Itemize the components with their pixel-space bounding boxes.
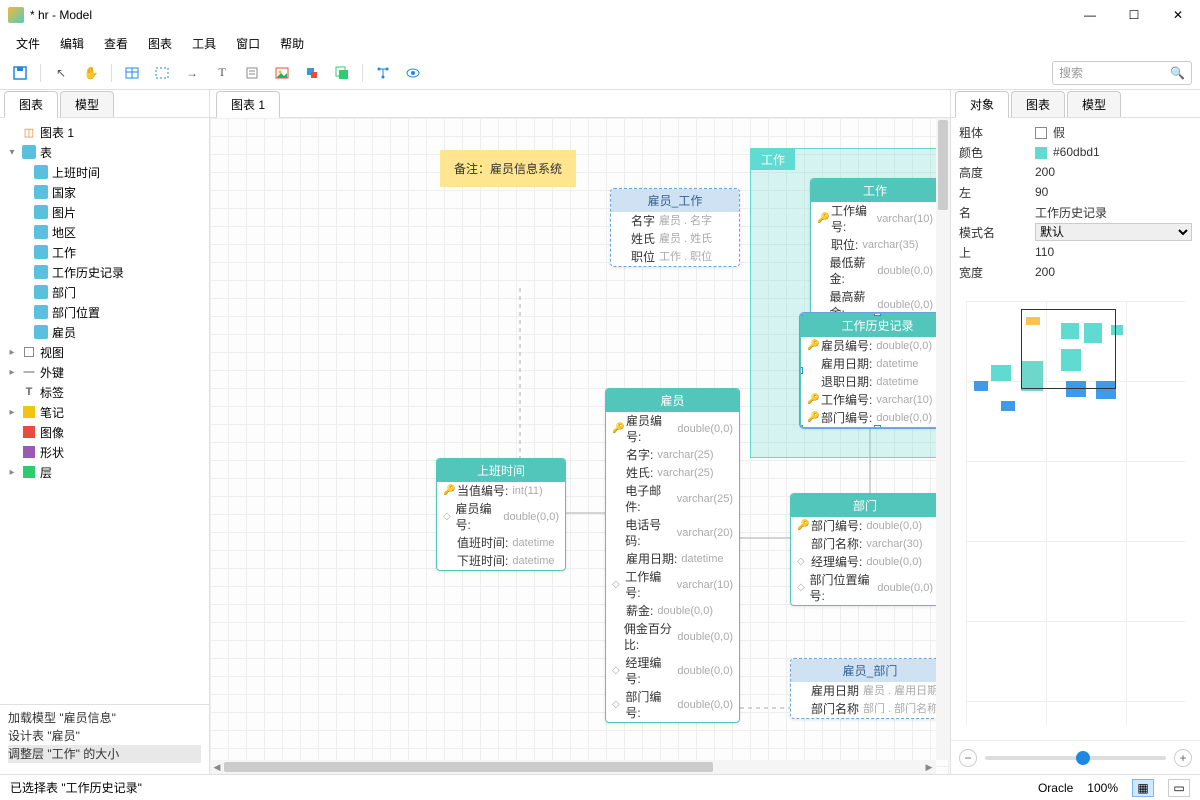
hand-icon[interactable]: ✋ <box>79 61 103 85</box>
tree-table-item[interactable]: 部门位置 <box>0 302 209 322</box>
prop-select[interactable]: 默认 <box>1035 223 1192 241</box>
maximize-button[interactable]: ☐ <box>1120 8 1148 22</box>
preview-icon[interactable] <box>401 61 425 85</box>
app-icon <box>8 7 24 23</box>
text-icon[interactable]: T <box>210 61 234 85</box>
pointer-icon[interactable]: ↖ <box>49 61 73 85</box>
tab-model[interactable]: 模型 <box>60 91 114 117</box>
titlebar: * hr - Model — ☐ ✕ <box>0 0 1200 30</box>
tree-table-item[interactable]: 上班时间 <box>0 162 209 182</box>
menu-window[interactable]: 窗口 <box>228 33 268 54</box>
canvas[interactable]: 工作 备注：雇员信息系统 雇员_工作名字 雇员 . 名字姓氏 雇员 . 姓氏职位… <box>210 118 950 774</box>
tab-diagram-r[interactable]: 图表 <box>1011 91 1065 117</box>
entity-work-hist[interactable]: 工作历史记录🔑雇员编号: double(0,0)雇用日期: datetime退职… <box>800 313 950 428</box>
right-pane: 对象 图表 模型 粗体假颜色#60dbd1高度200左90名工作历史记录模式名默… <box>950 90 1200 774</box>
zoom-in-button[interactable]: + <box>1174 749 1192 767</box>
menu-diagram[interactable]: 图表 <box>140 33 180 54</box>
entity-emp-dept[interactable]: 雇员_部门雇用日期 雇员 . 雇用日期部门名称 部门 . 部门名称 <box>790 658 950 719</box>
prop-row[interactable]: 左90 <box>951 182 1200 202</box>
window-title: * hr - Model <box>30 8 92 22</box>
tree-table-item[interactable]: 工作 <box>0 242 209 262</box>
prop-row[interactable]: 高度200 <box>951 162 1200 182</box>
view-mode-detail-button[interactable]: ▦ <box>1132 779 1154 797</box>
auto-layout-icon[interactable] <box>371 61 395 85</box>
prop-row[interactable]: 名工作历史记录 <box>951 202 1200 222</box>
zoom-out-button[interactable]: − <box>959 749 977 767</box>
zoom-bar: − + <box>951 740 1200 774</box>
left-pane: 图表 模型 ◫图表 1 ▾表 上班时间 国家 图片 地区 工作 工作历史记录 部… <box>0 90 210 774</box>
tree-view[interactable]: ▸视图 <box>0 342 209 362</box>
note-icon[interactable] <box>240 61 264 85</box>
save-icon[interactable] <box>8 61 32 85</box>
tree-table-item[interactable]: 工作历史记录 <box>0 262 209 282</box>
statusbar: 已选择表 "工作历史记录" Oracle 100% ▦ ▭ <box>0 774 1200 800</box>
tree-diagram[interactable]: ◫图表 1 <box>0 122 209 142</box>
menu-edit[interactable]: 编辑 <box>52 33 92 54</box>
object-tree[interactable]: ◫图表 1 ▾表 上班时间 国家 图片 地区 工作 工作历史记录 部门 部门位置… <box>0 118 209 704</box>
close-button[interactable]: ✕ <box>1164 8 1192 22</box>
status-message: 已选择表 "工作历史记录" <box>10 779 142 796</box>
table-icon[interactable] <box>120 61 144 85</box>
toolbar: ↖ ✋ → T 搜索 🔍 <box>0 56 1200 90</box>
tree-table-item[interactable]: 图片 <box>0 202 209 222</box>
layer-title: 工作 <box>751 149 795 170</box>
prop-row[interactable]: 粗体假 <box>951 122 1200 142</box>
menu-tools[interactable]: 工具 <box>184 33 224 54</box>
view-icon[interactable] <box>150 61 174 85</box>
tree-label[interactable]: T标签 <box>0 382 209 402</box>
menu-view[interactable]: 查看 <box>96 33 136 54</box>
properties: 粗体假颜色#60dbd1高度200左90名工作历史记录模式名默认上110宽度20… <box>951 118 1200 286</box>
scrollbar-horizontal[interactable]: ◀▶ <box>210 760 936 774</box>
entity-shift[interactable]: 上班时间🔑当值编号: int(11)◇雇员编号: double(0,0)值班时间… <box>436 458 566 571</box>
entity-dept[interactable]: 部门🔑部门编号: double(0,0)部门名称: varchar(30)◇经理… <box>790 493 940 606</box>
doc-tab[interactable]: 图表 1 <box>216 91 280 118</box>
entity-emp[interactable]: 雇员🔑雇员编号: double(0,0)名字: varchar(25)姓氏: v… <box>605 388 740 723</box>
tab-diagram[interactable]: 图表 <box>4 91 58 118</box>
tree-note[interactable]: ▸笔记 <box>0 402 209 422</box>
scrollbar-vertical[interactable] <box>936 118 950 760</box>
layer-icon[interactable] <box>330 61 354 85</box>
center-pane: 图表 1 工作 备注：雇员信息系统 雇员_工作名字 雇 <box>210 90 950 774</box>
tree-tables[interactable]: ▾表 <box>0 142 209 162</box>
menubar: 文件 编辑 查看 图表 工具 窗口 帮助 <box>0 30 1200 56</box>
status-db: Oracle <box>1038 781 1073 795</box>
minimize-button[interactable]: — <box>1076 8 1104 22</box>
tree-layer[interactable]: ▸层 <box>0 462 209 482</box>
tree-image[interactable]: 图像 <box>0 422 209 442</box>
tree-shape[interactable]: 形状 <box>0 442 209 462</box>
prop-row[interactable]: 上110 <box>951 242 1200 262</box>
view-mode-simple-button[interactable]: ▭ <box>1168 779 1190 797</box>
history-item[interactable]: 调整层 "工作" 的大小 <box>8 745 201 763</box>
menu-help[interactable]: 帮助 <box>272 33 312 54</box>
status-zoom: 100% <box>1087 781 1118 795</box>
shape-icon[interactable] <box>300 61 324 85</box>
relation-icon[interactable]: → <box>180 61 204 85</box>
tree-table-item[interactable]: 地区 <box>0 222 209 242</box>
prop-row[interactable]: 模式名默认 <box>951 222 1200 242</box>
search-input[interactable]: 搜索 🔍 <box>1052 61 1192 85</box>
tree-table-item[interactable]: 国家 <box>0 182 209 202</box>
note[interactable]: 备注：雇员信息系统 <box>440 150 576 187</box>
left-tabs: 图表 模型 <box>0 90 209 118</box>
entity-work[interactable]: 工作🔑工作编号: varchar(10)职位: varchar(35)最低薪金:… <box>810 178 940 323</box>
history-pane: 加载模型 "雇员信息" 设计表 "雇员" 调整层 "工作" 的大小 <box>0 704 209 774</box>
prop-row[interactable]: 颜色#60dbd1 <box>951 142 1200 162</box>
entity-emp-work[interactable]: 雇员_工作名字 雇员 . 名字姓氏 雇员 . 姓氏职位 工作 . 职位 <box>610 188 740 267</box>
menu-file[interactable]: 文件 <box>8 33 48 54</box>
minimap[interactable] <box>955 290 1196 736</box>
zoom-slider[interactable] <box>985 756 1166 760</box>
history-item[interactable]: 加载模型 "雇员信息" <box>8 709 201 727</box>
tree-fk[interactable]: ▸⎯⎯外键 <box>0 362 209 382</box>
tree-table-item[interactable]: 雇员 <box>0 322 209 342</box>
tree-table-item[interactable]: 部门 <box>0 282 209 302</box>
prop-row[interactable]: 宽度200 <box>951 262 1200 282</box>
tab-object[interactable]: 对象 <box>955 91 1009 118</box>
search-placeholder: 搜索 <box>1059 64 1083 81</box>
right-tabs: 对象 图表 模型 <box>951 90 1200 118</box>
image-icon[interactable] <box>270 61 294 85</box>
history-item[interactable]: 设计表 "雇员" <box>8 727 201 745</box>
tab-model-r[interactable]: 模型 <box>1067 91 1121 117</box>
search-icon: 🔍 <box>1170 66 1185 80</box>
